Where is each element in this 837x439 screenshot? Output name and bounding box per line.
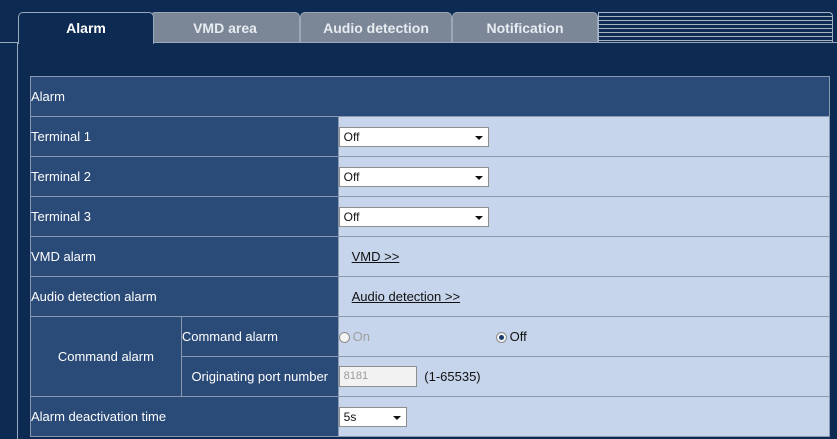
vmd-alarm-label: VMD alarm xyxy=(30,236,339,277)
originating-port-input[interactable]: 8181 xyxy=(338,366,417,387)
vmd-alarm-row: VMD alarm VMD >> xyxy=(30,236,831,277)
terminal-1-label: Terminal 1 xyxy=(30,116,339,157)
deactivation-select[interactable]: 5s xyxy=(338,406,407,427)
terminal-1-select[interactable]: Off xyxy=(338,126,489,147)
tab-bar-decoration xyxy=(598,12,833,44)
chevron-down-icon xyxy=(392,415,401,420)
audio-detection-link[interactable]: Audio detection >> xyxy=(352,289,460,304)
terminal-1-row: Terminal 1 Off xyxy=(30,116,831,157)
command-alarm-group-label: Command alarm xyxy=(30,316,182,397)
tab-bar: Alarm VMD area Audio detection Notificat… xyxy=(0,0,837,44)
terminal-2-row: Terminal 2 Off xyxy=(30,156,831,197)
command-alarm-on-option[interactable]: On xyxy=(338,328,374,345)
alarm-settings-table: Alarm Terminal 1 Off Terminal 2 Off Term… xyxy=(30,76,831,437)
originating-port-label: Originating port number xyxy=(180,356,339,397)
section-header-row: Alarm xyxy=(30,76,830,117)
tab-notification[interactable]: Notification xyxy=(452,12,598,43)
deactivation-label: Alarm deactivation time xyxy=(30,396,339,437)
tab-audio-detection[interactable]: Audio detection xyxy=(300,12,452,43)
terminal-3-row: Terminal 3 Off xyxy=(30,196,831,237)
chevron-down-icon xyxy=(474,215,483,220)
tab-vmd-area[interactable]: VMD area xyxy=(150,12,300,43)
port-range-hint: (1-65535) xyxy=(424,369,481,384)
terminal-2-select[interactable]: Off xyxy=(338,166,489,187)
terminal-3-select[interactable]: Off xyxy=(338,206,489,227)
command-alarm-row: Command alarm Command alarm On Off xyxy=(30,316,831,397)
radio-off[interactable] xyxy=(495,331,507,343)
chevron-down-icon xyxy=(474,135,483,140)
deactivation-row: Alarm deactivation time 5s xyxy=(30,396,831,437)
terminal-3-label: Terminal 3 xyxy=(30,196,339,237)
radio-on[interactable] xyxy=(338,331,350,343)
chevron-down-icon xyxy=(474,175,483,180)
vmd-link[interactable]: VMD >> xyxy=(352,249,400,264)
audio-alarm-label: Audio detection alarm xyxy=(30,276,339,317)
section-title: Alarm xyxy=(30,76,830,117)
command-alarm-off-option[interactable]: Off xyxy=(495,328,527,345)
tab-alarm[interactable]: Alarm xyxy=(18,12,154,44)
terminal-2-label: Terminal 2 xyxy=(30,156,339,197)
audio-alarm-row: Audio detection alarm Audio detection >> xyxy=(30,276,831,317)
command-alarm-sub-label: Command alarm xyxy=(180,316,339,357)
